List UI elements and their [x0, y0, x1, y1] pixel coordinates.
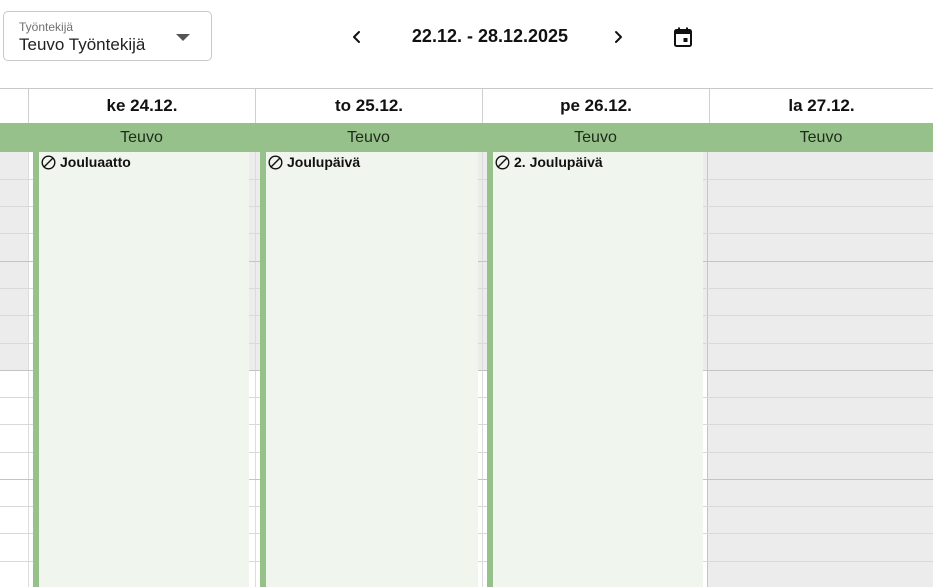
event-title: Joulupäivä	[268, 154, 360, 170]
event-label: Jouluaatto	[60, 154, 131, 170]
calendar-icon	[674, 27, 692, 47]
employee-name: Teuvo	[574, 128, 617, 146]
employee-row: Teuvo Teuvo Teuvo Teuvo	[0, 123, 933, 152]
holiday-event[interactable]: 2. Joulupäivä	[487, 152, 703, 587]
ban-icon	[495, 154, 510, 170]
employee-select[interactable]: Työntekijä Teuvo Työntekijä	[3, 11, 212, 61]
previous-week-button[interactable]	[341, 21, 373, 53]
event-label: 2. Joulupäivä	[514, 154, 603, 170]
event-title: 2. Joulupäivä	[495, 154, 603, 170]
employee-name: Teuvo	[347, 128, 390, 146]
chevron-left-icon	[353, 31, 360, 43]
day-header: to 25.12.	[255, 89, 482, 123]
day-header: ke 24.12.	[28, 89, 255, 123]
ban-icon	[268, 154, 283, 170]
day-column-wed[interactable]: Jouluaatto	[28, 152, 256, 587]
event-label: Joulupäivä	[287, 154, 361, 170]
employee-select-label: Työntekijä	[19, 20, 74, 34]
next-week-button[interactable]	[602, 21, 634, 53]
day-header: la 27.12.	[709, 89, 933, 123]
holiday-event[interactable]: Jouluaatto	[33, 152, 249, 587]
week-grid: ke 24.12. to 25.12. pe 26.12. la 27.12. …	[0, 88, 933, 587]
caret-down-icon	[176, 34, 190, 41]
day-column-fri[interactable]: 2. Joulupäivä	[482, 152, 710, 587]
event-title: Jouluaatto	[41, 154, 131, 170]
toolbar: Työntekijä Teuvo Työntekijä 22.12. - 28.…	[0, 0, 933, 89]
holiday-event[interactable]: Joulupäivä	[260, 152, 478, 587]
chevron-right-icon	[615, 31, 622, 43]
date-range: 22.12. - 28.12.2025	[411, 26, 569, 46]
ban-icon	[41, 154, 56, 170]
employee-name: Teuvo	[799, 128, 843, 146]
day-header-row: ke 24.12. to 25.12. pe 26.12. la 27.12.	[0, 89, 933, 123]
schedule-body: Jouluaatto Joulupäivä 2. Joulupäivä	[0, 152, 933, 587]
day-column-thu[interactable]: Joulupäivä	[255, 152, 483, 587]
day-header: pe 26.12.	[482, 89, 709, 123]
employee-select-value: Teuvo Työntekijä	[19, 35, 146, 54]
employee-name: Teuvo	[120, 128, 163, 146]
calendar-button[interactable]	[667, 21, 699, 53]
